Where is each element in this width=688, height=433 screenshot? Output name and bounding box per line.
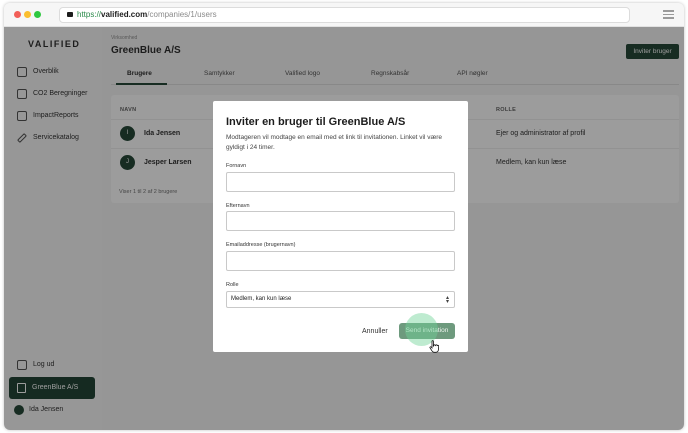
dialog-title: Inviter en bruger til GreenBlue A/S <box>226 116 406 128</box>
firstname-input[interactable] <box>226 172 455 192</box>
lastname-label: Efternavn <box>226 203 250 209</box>
firstname-label: Fornavn <box>226 163 247 169</box>
role-label: Rolle <box>226 282 239 288</box>
address-bar[interactable]: https://valified.com/companies/1/users <box>59 7 630 23</box>
role-selected-value: Medlem, kan kun læse <box>231 296 292 302</box>
maximize-window-button[interactable] <box>34 11 41 18</box>
url-host: valified.com <box>101 10 148 19</box>
url-protocol: https:// <box>77 10 102 19</box>
cancel-button[interactable]: Annuller <box>362 328 388 335</box>
url-path: /companies/1/users <box>147 10 217 19</box>
browser-chrome: https://valified.com/companies/1/users <box>4 3 684 27</box>
lock-icon <box>67 12 73 17</box>
lastname-input[interactable] <box>226 211 455 231</box>
hand-cursor-icon <box>429 340 439 353</box>
dialog-description: Modtageren vil modtage en email med et l… <box>226 134 443 151</box>
role-select[interactable]: Medlem, kan kun læse ▴ ▾ <box>226 291 455 308</box>
hamburger-menu-icon[interactable] <box>663 10 674 19</box>
chevron-updown-icon: ▴ ▾ <box>445 295 449 305</box>
email-input[interactable] <box>226 251 455 271</box>
minimize-window-button[interactable] <box>24 11 31 18</box>
email-label: Emailaddresse (brugernavn) <box>226 242 296 248</box>
close-window-button[interactable] <box>14 11 21 18</box>
invite-user-dialog: Inviter en bruger til GreenBlue A/S Modt… <box>213 101 468 353</box>
